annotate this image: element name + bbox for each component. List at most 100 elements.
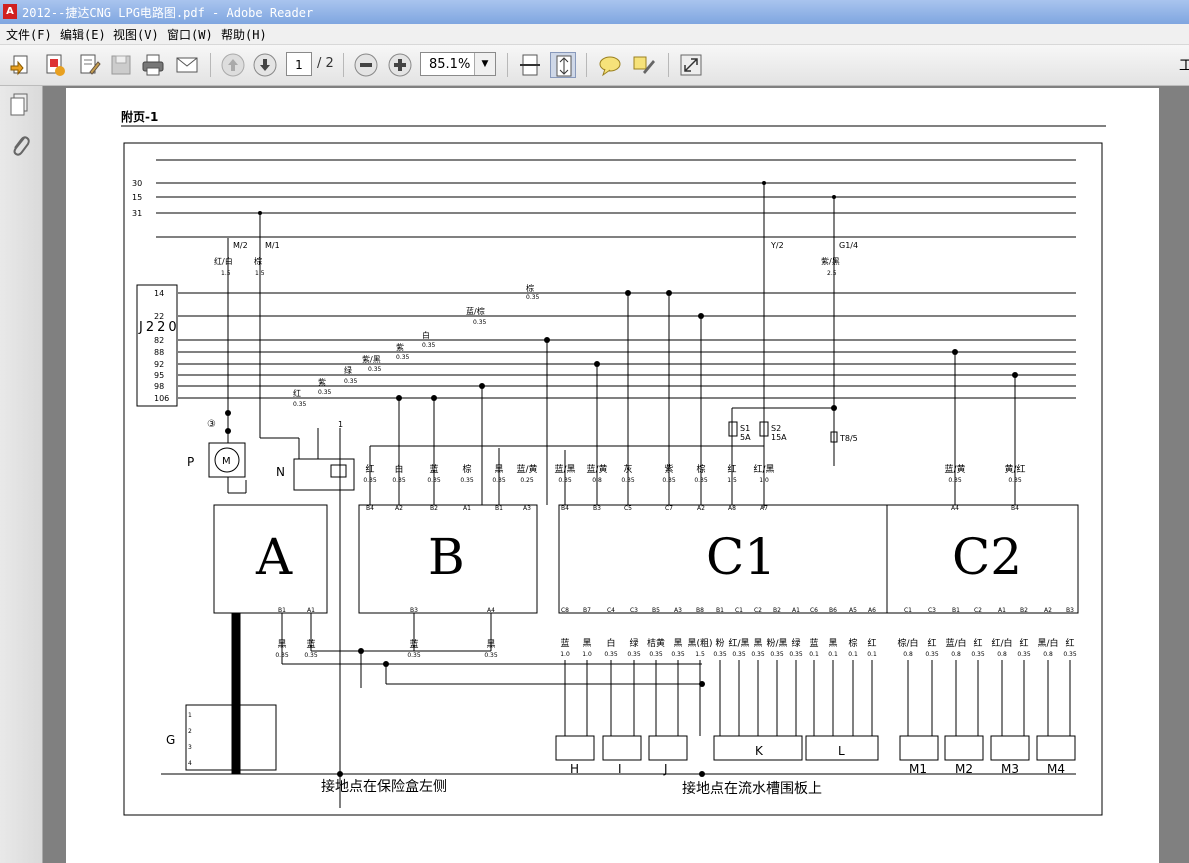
wire-gauge-label: 1.5: [255, 270, 265, 277]
lower-wire-gauge: 0.1: [867, 651, 877, 658]
expand-icon[interactable]: [678, 52, 704, 78]
sensor-m3-label: M3: [1001, 762, 1019, 776]
j220-wire-gauge: 0.35: [422, 342, 436, 349]
upper-wire-color: 蓝/黄: [516, 463, 537, 475]
lower-wire-gauge: 0.35: [671, 651, 685, 658]
fit-width-icon[interactable]: [517, 52, 543, 78]
print-icon[interactable]: [140, 52, 166, 78]
lower-wire-color: 绿: [791, 637, 800, 649]
lower-wire-gauge: 0.35: [789, 651, 803, 658]
page-number-input[interactable]: 1: [286, 52, 312, 76]
upper-pin: B2: [430, 505, 438, 512]
lower-pin: A6: [868, 607, 876, 614]
lower-wire-color: 蓝: [560, 637, 569, 649]
menu-view[interactable]: 视图(V): [113, 26, 159, 43]
sensor-l-label: L: [838, 744, 845, 758]
next-page-icon[interactable]: [252, 52, 278, 78]
toolbar: 1 / 2 85.1% ▼ 工: [0, 45, 1189, 86]
lower-wire-color: 红: [973, 637, 982, 649]
sensor-m4-label: M4: [1047, 762, 1065, 776]
upper-pin: B4: [561, 505, 569, 512]
highlight-text-icon[interactable]: [631, 52, 657, 78]
lower-wire-gauge: 0.35: [925, 651, 939, 658]
save-icon[interactable]: [108, 52, 134, 78]
j220-wire-color: 白: [422, 330, 430, 340]
lower-wire-color: 棕/白: [897, 637, 918, 649]
upper-wire-color: 棕: [696, 463, 705, 475]
j220-wire-color: 棕: [526, 283, 534, 293]
menu-edit[interactable]: 编辑(E): [60, 26, 106, 43]
lower-wire-gauge: 0.8: [951, 651, 961, 658]
upper-wire-gauge: 0.35: [363, 477, 377, 484]
wire-color-label: 紫/黑: [821, 257, 840, 266]
lower-wire-color: 黑: [753, 638, 762, 649]
j220-wire-gauge: 0.35: [318, 389, 332, 396]
menu-file[interactable]: 文件(F): [6, 26, 52, 43]
j220-label: J220: [138, 320, 180, 335]
upper-wire-color: 蓝/黑: [554, 463, 575, 475]
zoom-out-icon[interactable]: [353, 52, 379, 78]
edit-document-icon[interactable]: [76, 52, 102, 78]
toolbar-separator: [586, 53, 587, 77]
upper-wire-color: 红: [727, 463, 736, 475]
lower-wire-color: 蓝: [306, 638, 315, 650]
lower-wire-color: 蓝/白: [945, 637, 966, 649]
upper-wire-gauge: 0.35: [662, 477, 676, 484]
lower-wire-color: 红/黑: [728, 637, 749, 649]
lower-pin: A1: [792, 607, 800, 614]
fuse-t85-label: T8/5: [839, 434, 858, 443]
chevron-down-icon[interactable]: ▼: [474, 53, 495, 75]
lower-pin: A5: [849, 607, 857, 614]
splice-g14: G1/4: [839, 241, 858, 250]
upper-pin: A1: [463, 505, 471, 512]
lower-wire-color: 黑(粗): [687, 637, 712, 649]
component-n-label: N: [276, 465, 285, 479]
create-pdf-icon[interactable]: [42, 52, 68, 78]
toolbar-overflow-label[interactable]: 工: [1179, 55, 1189, 75]
toolbar-separator: [507, 53, 508, 77]
lower-pin: B3: [410, 607, 418, 614]
fit-page-icon[interactable]: [550, 52, 576, 78]
j220-wire-color: 蓝/棕: [466, 306, 485, 316]
comment-icon[interactable]: [597, 52, 623, 78]
previous-page-icon[interactable]: [220, 52, 246, 78]
sensor-i-label: I: [618, 762, 622, 776]
component-c1-label: C1: [706, 528, 776, 586]
lower-wire-gauge: 0.35: [770, 651, 784, 658]
upper-wire-color: 灰: [623, 463, 632, 475]
lower-pin: C3: [630, 607, 638, 614]
lower-wire-color: 黑: [277, 639, 286, 650]
email-icon[interactable]: [174, 52, 200, 78]
lower-wire-color: 黑: [486, 639, 495, 650]
lower-wire-color: 粉/黑: [766, 637, 787, 649]
lower-wire-gauge: 1.0: [582, 651, 592, 658]
pages-icon[interactable]: [8, 92, 32, 118]
lower-pin: B8: [696, 607, 704, 614]
menu-window[interactable]: 窗口(W): [167, 26, 213, 43]
splice-m1: M/1: [265, 241, 280, 250]
upper-wire-gauge: 0.35: [460, 477, 474, 484]
lower-wire-gauge: 1.0: [560, 651, 570, 658]
attachment-icon[interactable]: [8, 132, 32, 158]
open-icon[interactable]: [8, 52, 34, 78]
page-header: 附页-1: [121, 109, 158, 124]
sensor-m1-label: M1: [909, 762, 927, 776]
lower-pin: B7: [583, 607, 591, 614]
lower-pin: B1: [716, 607, 724, 614]
ground-left-label: 接地点在保险盒左侧: [321, 778, 447, 795]
lower-wire-gauge: 0.35: [1017, 651, 1031, 658]
splice-y2: Y/2: [770, 241, 784, 250]
lower-wire-gauge: 0.35: [732, 651, 746, 658]
menu-help[interactable]: 帮助(H): [221, 26, 267, 43]
lower-wire-gauge: 0.35: [713, 651, 727, 658]
lower-wire-gauge: 1.5: [695, 651, 705, 658]
zoom-in-icon[interactable]: [387, 52, 413, 78]
zoom-select[interactable]: 85.1% ▼: [420, 52, 496, 76]
upper-pin: A2: [697, 505, 705, 512]
menu-bar: 文件(F) 编辑(E) 视图(V) 窗口(W) 帮助(H): [0, 24, 1189, 45]
lower-wire-color: 绿: [629, 637, 638, 649]
j220-wire-color: 绿: [344, 366, 352, 375]
component-p-label: P: [187, 455, 194, 469]
lower-wire-gauge: 0.35: [649, 651, 663, 658]
bus-15-label: 15: [132, 193, 142, 202]
